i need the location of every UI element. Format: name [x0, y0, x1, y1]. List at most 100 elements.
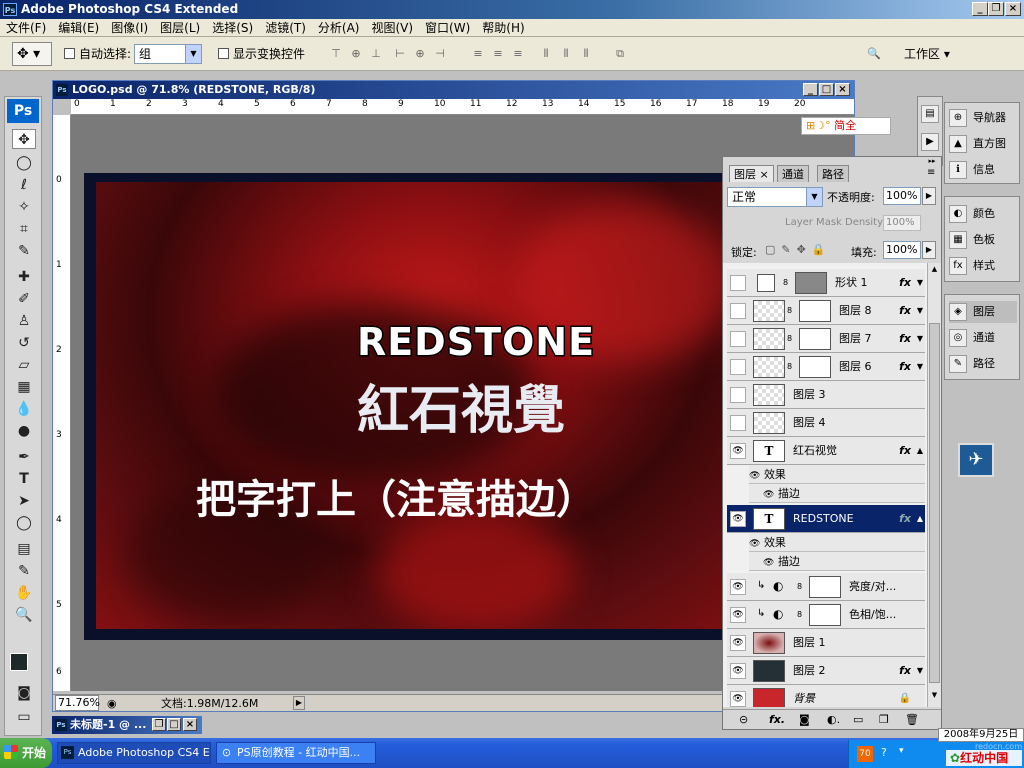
scroll-thumb[interactable]: [929, 323, 940, 683]
zoom-tool-icon[interactable]: 🔍: [12, 605, 36, 625]
chevron-down-icon[interactable]: ▼: [917, 657, 923, 685]
quick-mask-icon[interactable]: ◙: [12, 683, 36, 703]
panel-styles[interactable]: fx 样式: [949, 255, 995, 277]
menu-edit[interactable]: 编辑(E): [52, 19, 105, 37]
delete-layer-icon[interactable]: 🗑: [905, 710, 919, 730]
mini-restore-button[interactable]: ❐: [152, 718, 166, 731]
start-button[interactable]: 开始: [0, 738, 52, 768]
stroke-effect-row[interactable]: 👁 描边: [749, 484, 925, 503]
layer-row-layer3[interactable]: 图层 3: [727, 381, 925, 409]
menu-filter[interactable]: 滤镜(T): [259, 19, 312, 37]
layer-row-layer4[interactable]: 图层 4: [727, 409, 925, 437]
close-button[interactable]: ×: [1005, 2, 1021, 16]
move-tool-preset-icon[interactable]: ✥ ▾: [12, 42, 52, 66]
link-layers-icon[interactable]: ⊝: [739, 710, 748, 730]
chevron-down-icon[interactable]: ▼: [917, 297, 923, 325]
panel-channels[interactable]: ◎ 通道: [949, 327, 995, 349]
lock-icons[interactable]: ▢✎✥🔒: [765, 243, 832, 256]
panel-navigator[interactable]: ⊕ 导航器: [949, 107, 1006, 129]
menu-analysis[interactable]: 分析(A): [312, 19, 366, 37]
document-image[interactable]: REDSTONE 紅石視覺 把字打上（注意描边）: [84, 173, 804, 640]
align-top-icon[interactable]: ⊤: [328, 47, 344, 61]
move-tool-icon[interactable]: ✥: [12, 129, 36, 149]
visibility-toggle[interactable]: [730, 359, 746, 375]
show-transform-checkbox[interactable]: [218, 46, 232, 60]
visibility-toggle[interactable]: [730, 331, 746, 347]
fx-icon[interactable]: fx: [899, 437, 911, 465]
shape-tool-icon[interactable]: ◯: [12, 513, 36, 533]
panel-paths[interactable]: ✎ 路径: [949, 353, 995, 375]
tab-channels[interactable]: 通道: [777, 165, 809, 182]
layer-row-background[interactable]: 👁 背景 🔒: [727, 685, 925, 707]
dodge-tool-icon[interactable]: ●: [12, 421, 36, 441]
layer-name[interactable]: 图层 7: [839, 325, 872, 353]
taskbar-item-browser[interactable]: ⊙ PS原创教程 - 红动中国...: [216, 742, 376, 764]
layer-name[interactable]: 红石视觉: [793, 437, 837, 465]
fx-icon[interactable]: fx: [899, 505, 911, 533]
actions-icon[interactable]: ▶: [921, 133, 939, 151]
layer-row-layer8[interactable]: 8 图层 8 fx ▼: [727, 297, 925, 325]
add-style-icon[interactable]: fx.: [769, 710, 785, 730]
layer-name[interactable]: 图层 4: [793, 409, 826, 437]
status-icon[interactable]: ◉: [107, 695, 117, 712]
history-brush-tool-icon[interactable]: ↺: [12, 333, 36, 353]
ime-toolbar[interactable]: ⊞☽° 简全: [801, 117, 891, 135]
panel-color[interactable]: ◐ 颜色: [949, 203, 995, 225]
scroll-down-icon[interactable]: ▼: [929, 691, 940, 703]
taskbar-item-photoshop[interactable]: Ps Adobe Photoshop CS4 E...: [57, 742, 211, 764]
eye-icon[interactable]: 👁: [730, 663, 746, 679]
distribute-bottom-icon[interactable]: ≡: [510, 47, 526, 61]
eye-icon[interactable]: 👁: [730, 443, 746, 459]
layer-row-layer1[interactable]: 👁 图层 1: [727, 629, 925, 657]
visibility-toggle[interactable]: [730, 387, 746, 403]
layer-row-text-chinese[interactable]: 👁 T 红石视觉 fx ▲: [727, 437, 925, 465]
layer-name[interactable]: 图层 2: [793, 657, 826, 685]
brush-tool-icon[interactable]: ✐: [12, 289, 36, 309]
scroll-up-icon[interactable]: ▲: [929, 265, 940, 277]
effects-row[interactable]: 👁 效果: [749, 465, 925, 484]
menu-layer[interactable]: 图层(L): [154, 19, 206, 37]
hand-tool-icon[interactable]: ✋: [12, 583, 36, 603]
magic-wand-tool-icon[interactable]: ✧: [12, 197, 36, 217]
fx-icon[interactable]: fx: [899, 325, 911, 353]
zoom-field[interactable]: 71.76%: [55, 695, 100, 711]
panel-histogram[interactable]: ▲ 直方图: [949, 133, 1006, 155]
layer-row-redstone-selected[interactable]: 👁 T REDSTONE fx ▲: [727, 505, 925, 533]
blend-mode-dropdown[interactable]: 正常 ▼: [727, 187, 823, 207]
healing-brush-tool-icon[interactable]: ✚: [12, 267, 36, 287]
fx-icon[interactable]: fx: [899, 657, 911, 685]
menu-file[interactable]: 文件(F): [0, 19, 52, 37]
doc-minimize-button[interactable]: _: [803, 83, 818, 96]
align-right-icon[interactable]: ⊣: [432, 47, 448, 61]
layer-name[interactable]: 图层 8: [839, 297, 872, 325]
align-vcenter-icon[interactable]: ⊕: [348, 47, 364, 61]
eye-icon[interactable]: 👁: [730, 635, 746, 651]
layer-name[interactable]: 亮度/对...: [849, 573, 896, 601]
auto-align-icon[interactable]: ⧉: [612, 47, 628, 61]
tab-layers[interactable]: 图层 ×: [729, 165, 774, 182]
layer-row-hue-saturation[interactable]: 👁 ↳ ◐ 8 色相/饱...: [727, 601, 925, 629]
foreground-color-swatch[interactable]: [10, 653, 28, 671]
menu-help[interactable]: 帮助(H): [476, 19, 530, 37]
minimize-button[interactable]: _: [972, 2, 988, 16]
menu-select[interactable]: 选择(S): [206, 19, 259, 37]
menu-image[interactable]: 图像(I): [105, 19, 154, 37]
path-select-tool-icon[interactable]: ➤: [12, 491, 36, 511]
chevron-up-icon[interactable]: ▲: [917, 505, 923, 533]
distribute-top-icon[interactable]: ≡: [470, 47, 486, 61]
blur-tool-icon[interactable]: 💧: [12, 399, 36, 419]
fx-icon[interactable]: fx: [899, 297, 911, 325]
layer-name[interactable]: 图层 6: [839, 353, 872, 381]
panel-collapse-icon[interactable]: ▸▸: [923, 157, 941, 165]
visibility-toggle[interactable]: [730, 275, 746, 291]
chevron-down-icon[interactable]: ▼: [917, 353, 923, 381]
eyedropper-tool-icon[interactable]: ✎: [12, 241, 36, 261]
chevron-down-icon[interactable]: ▼: [917, 269, 923, 297]
fx-icon[interactable]: fx: [899, 353, 911, 381]
minimized-document[interactable]: Ps 未标题-1 @ ... ❐ □ ×: [52, 716, 202, 734]
layer-row-brightness[interactable]: 👁 ↳ ◐ 8 亮度/对...: [727, 573, 925, 601]
opacity-input[interactable]: 100%: [883, 187, 921, 205]
auto-select-checkbox[interactable]: [64, 46, 78, 60]
panel-info[interactable]: ℹ 信息: [949, 159, 995, 181]
add-mask-icon[interactable]: ◙: [799, 710, 810, 730]
